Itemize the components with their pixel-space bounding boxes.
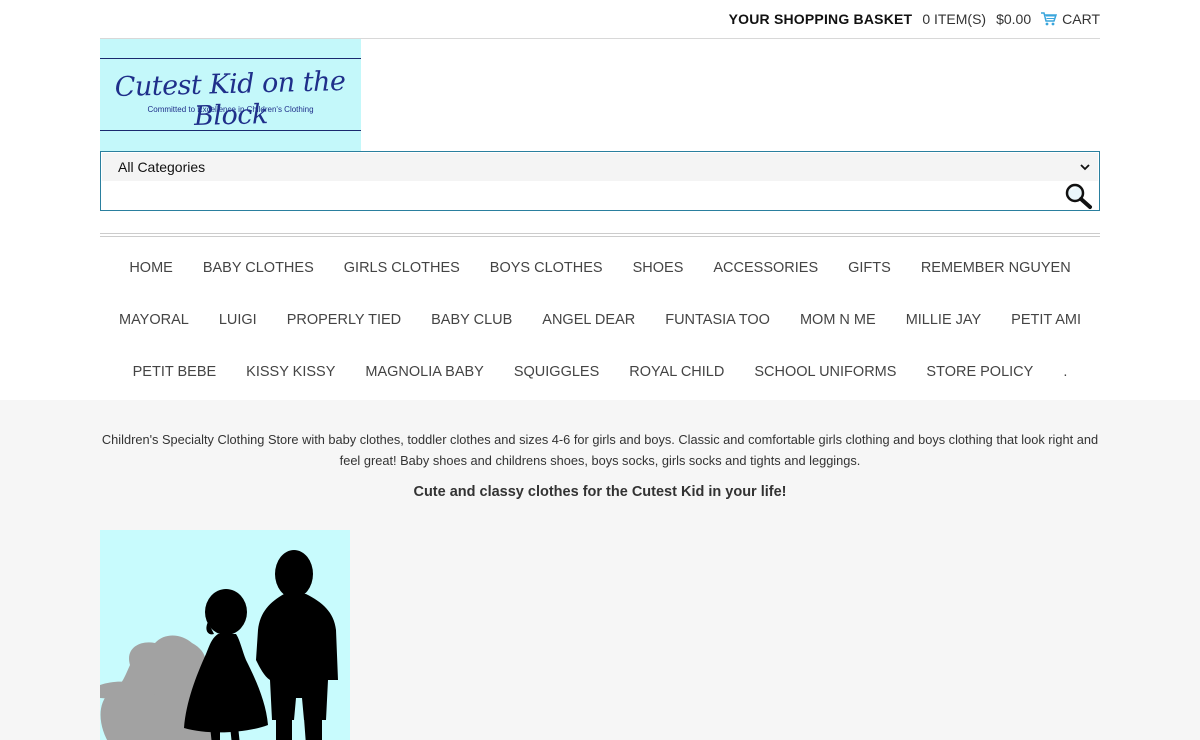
- nav-remember-nguyen[interactable]: REMEMBER NGUYEN: [906, 260, 1086, 276]
- nav-properly-tied[interactable]: PROPERLY TIED: [272, 312, 416, 328]
- search-input[interactable]: [102, 181, 1059, 209]
- nav-girls-clothes[interactable]: GIRLS CLOTHES: [329, 260, 475, 276]
- nav-row-3: PETIT BEBE KISSY KISSY MAGNOLIA BABY SQU…: [100, 346, 1100, 398]
- nav-petit-bebe[interactable]: PETIT BEBE: [118, 364, 232, 380]
- nav-shoes[interactable]: SHOES: [618, 260, 699, 276]
- cart-icon: [1041, 12, 1058, 26]
- search-box: All Categories: [100, 151, 1100, 211]
- nav-kissy-kissy[interactable]: KISSY KISSY: [231, 364, 350, 380]
- nav-baby-club[interactable]: BABY CLUB: [416, 312, 527, 328]
- top-bar: YOUR SHOPPING BASKET 0 ITEM(S) $0.00 CAR…: [100, 0, 1100, 39]
- nav-millie-jay[interactable]: MILLIE JAY: [891, 312, 996, 328]
- nav-gifts[interactable]: GIFTS: [833, 260, 906, 276]
- cart-total: $0.00: [996, 11, 1032, 27]
- category-select-value: All Categories: [118, 159, 206, 175]
- cart-link[interactable]: CART: [1041, 11, 1100, 27]
- logo-rule-top: [100, 58, 361, 59]
- shopping-basket-label: YOUR SHOPPING BASKET: [728, 11, 913, 27]
- children-silhouette-image: [100, 550, 338, 740]
- logo-tagline: Committed to Excellence in Children's Cl…: [147, 105, 314, 114]
- nav-mayoral[interactable]: MAYORAL: [104, 312, 204, 328]
- category-select[interactable]: All Categories: [102, 153, 1098, 181]
- cart-label: CART: [1062, 11, 1100, 27]
- magnifier-icon: [1065, 183, 1092, 209]
- nav-school-uniforms[interactable]: SCHOOL UNIFORMS: [739, 364, 911, 380]
- main-nav: HOME BABY CLOTHES GIRLS CLOTHES BOYS CLO…: [100, 237, 1100, 398]
- nav-angel-dear[interactable]: ANGEL DEAR: [527, 312, 650, 328]
- nav-luigi[interactable]: LUIGI: [204, 312, 272, 328]
- nav-row-1: HOME BABY CLOTHES GIRLS CLOTHES BOYS CLO…: [100, 242, 1100, 294]
- store-tagline: Cute and classy clothes for the Cutest K…: [413, 484, 787, 500]
- nav-petit-ami[interactable]: PETIT AMI: [996, 312, 1096, 328]
- nav-row-2: MAYORAL LUIGI PROPERLY TIED BABY CLUB AN…: [100, 294, 1100, 346]
- store-description: Children's Specialty Clothing Store with…: [101, 432, 1099, 468]
- nav-boys-clothes[interactable]: BOYS CLOTHES: [475, 260, 618, 276]
- nav-squiggles[interactable]: SQUIGGLES: [499, 364, 614, 380]
- hero-image: [100, 530, 350, 740]
- nav-royal-child[interactable]: ROYAL CHILD: [614, 364, 739, 380]
- nav-magnolia-baby[interactable]: MAGNOLIA BABY: [350, 364, 498, 380]
- chevron-down-icon: [1080, 164, 1090, 171]
- logo-brand-text: Cutest Kid on the Block: [114, 65, 346, 132]
- logo-rule-bottom: [100, 130, 361, 131]
- cart-item-count: 0 ITEM(S): [922, 11, 987, 27]
- nav-dot-link[interactable]: .: [1048, 364, 1082, 380]
- nav-mom-n-me[interactable]: MOM N ME: [785, 312, 891, 328]
- nav-home[interactable]: HOME: [114, 260, 188, 276]
- main-content: Children's Specialty Clothing Store with…: [0, 400, 1200, 740]
- nav-accessories[interactable]: ACCESSORIES: [698, 260, 833, 276]
- search-button[interactable]: [1060, 181, 1098, 210]
- site-logo[interactable]: Cutest Kid on the Block Committed to Exc…: [100, 39, 361, 151]
- nav-funtasia-too[interactable]: FUNTASIA TOO: [650, 312, 785, 328]
- nav-baby-clothes[interactable]: BABY CLOTHES: [188, 260, 329, 276]
- nav-store-policy[interactable]: STORE POLICY: [911, 364, 1048, 380]
